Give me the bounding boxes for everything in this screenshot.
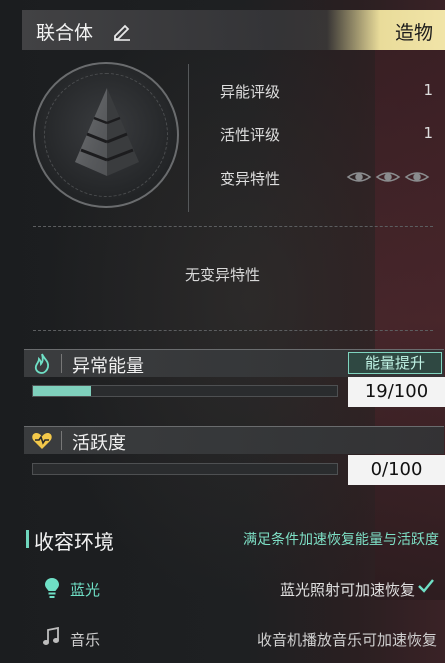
- category-tag: 造物: [327, 10, 445, 50]
- mutation-trait-label: 变异特性: [220, 170, 281, 188]
- energy-boost-button[interactable]: 能量提升: [348, 352, 442, 374]
- energy-value: 19/100: [348, 377, 445, 407]
- activity-header: 活跃度: [24, 426, 444, 454]
- eye-icons: [346, 172, 430, 182]
- divider-bottom: [33, 330, 433, 331]
- activity-rating-label: 活性评级: [220, 126, 281, 144]
- energy-title: 异常能量: [72, 356, 144, 377]
- ability-rating-value: 1: [423, 81, 433, 99]
- environment-title: 收容环境: [34, 530, 114, 554]
- env-item-blue-light-desc: 蓝光照射可加速恢复: [279, 581, 415, 599]
- pyramid-image: [75, 88, 139, 176]
- music-note-icon: [43, 627, 59, 645]
- environment-hint: 满足条件加速恢复能量与活跃度: [243, 532, 439, 548]
- pencil-icon[interactable]: [112, 21, 132, 41]
- activity-value: 0/100: [348, 455, 445, 485]
- activity-title: 活跃度: [72, 433, 126, 454]
- env-item-blue-light-name: 蓝光: [70, 581, 101, 599]
- background-curtain: [375, 40, 445, 600]
- section-marker: [26, 530, 29, 548]
- check-icon: [418, 579, 434, 593]
- energy-bar-fill: [33, 386, 91, 396]
- energy-bar: [32, 385, 338, 397]
- entity-header: 联合体 造物: [22, 10, 445, 50]
- energy-separator: [61, 354, 62, 373]
- activity-separator: [61, 431, 62, 450]
- category-tag-label: 造物: [394, 22, 433, 44]
- ability-rating-label: 异能评级: [220, 83, 281, 101]
- activity-bar: [32, 463, 338, 475]
- entity-portrait: [33, 62, 179, 208]
- entity-name: 联合体: [36, 22, 94, 44]
- divider-top: [33, 226, 433, 227]
- energy-header: 异常能量 能量提升: [24, 349, 444, 377]
- no-mutation-text: 无变异特性: [184, 266, 260, 284]
- flame-icon: [34, 353, 50, 374]
- activity-bar-row: 0/100: [24, 455, 445, 485]
- env-item-music-desc: 收音机播放音乐可加速恢复: [256, 631, 437, 649]
- bulb-icon: [45, 578, 59, 598]
- env-item-music-name: 音乐: [70, 631, 101, 649]
- portrait-divider: [188, 64, 189, 212]
- energy-bar-row: 19/100: [24, 377, 445, 407]
- activity-rating-value: 1: [423, 124, 433, 142]
- heart-pulse-icon: [32, 433, 52, 449]
